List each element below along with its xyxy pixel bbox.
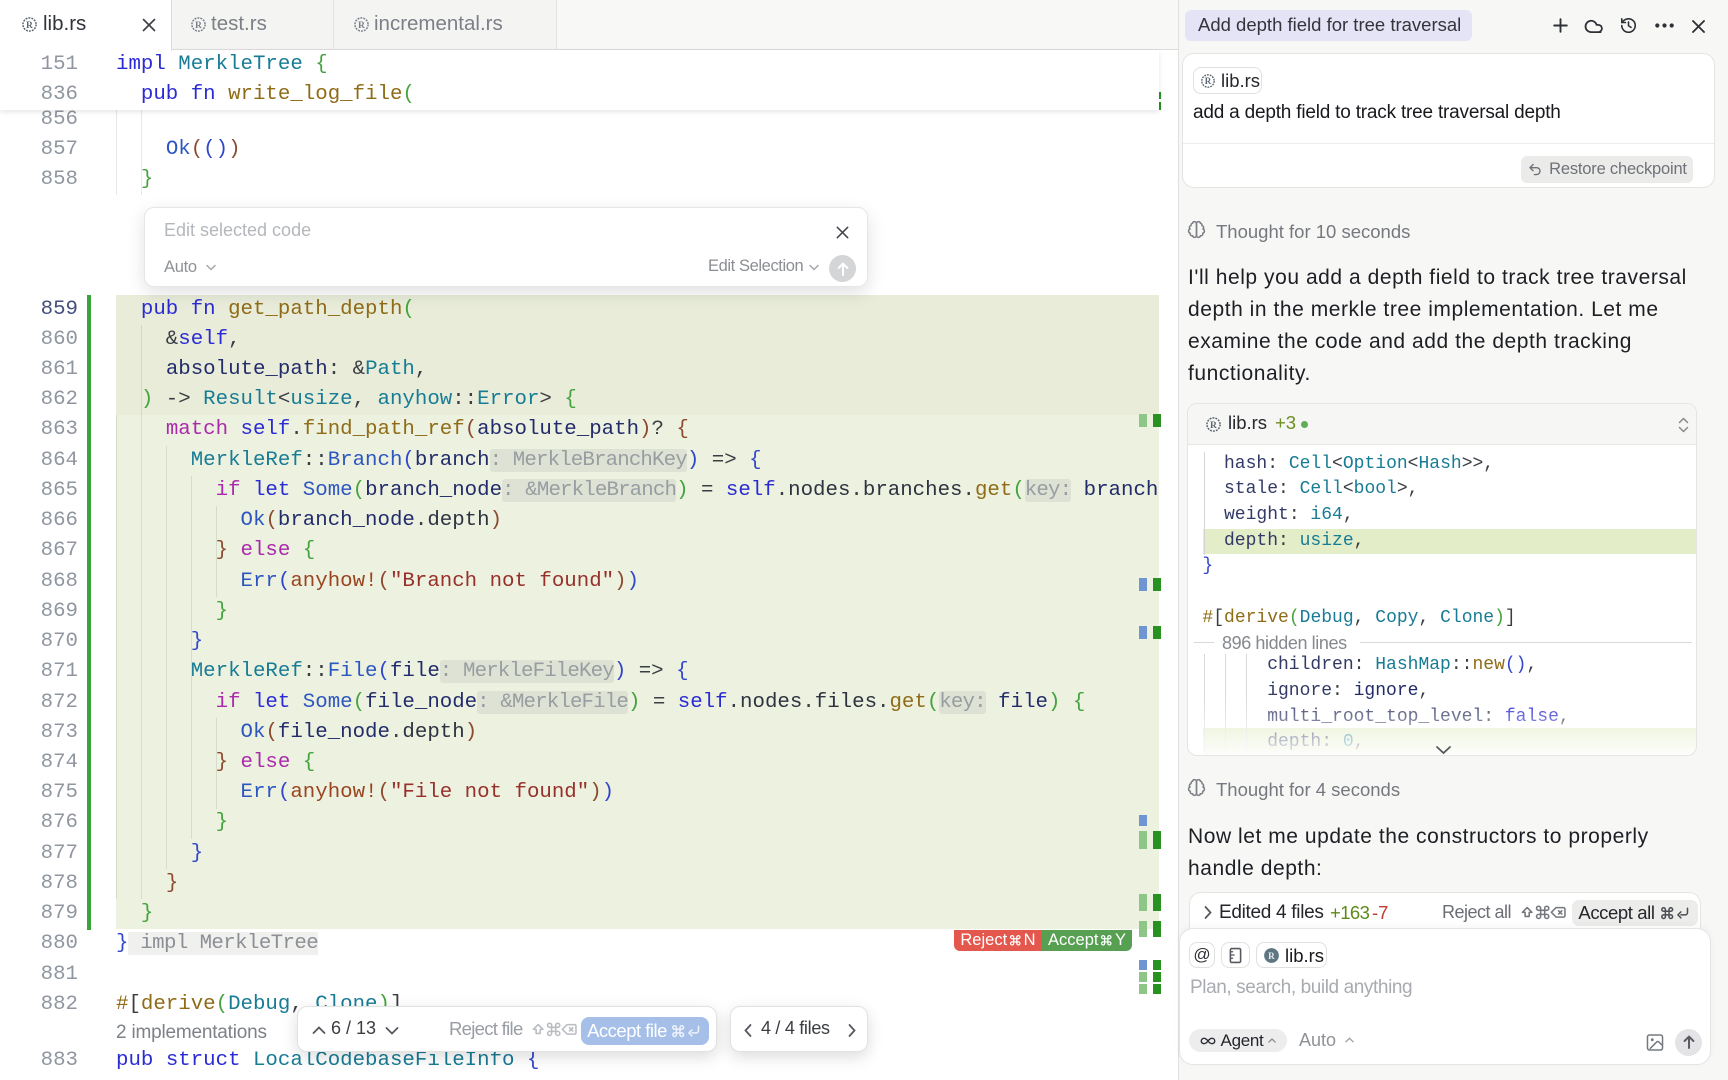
svg-text:R: R [1268, 951, 1275, 961]
svg-text:R: R [195, 20, 202, 31]
svg-text:R: R [358, 20, 365, 31]
svg-text:R: R [1205, 76, 1212, 86]
svg-text:R: R [1210, 420, 1217, 431]
svg-text:R: R [26, 20, 33, 31]
